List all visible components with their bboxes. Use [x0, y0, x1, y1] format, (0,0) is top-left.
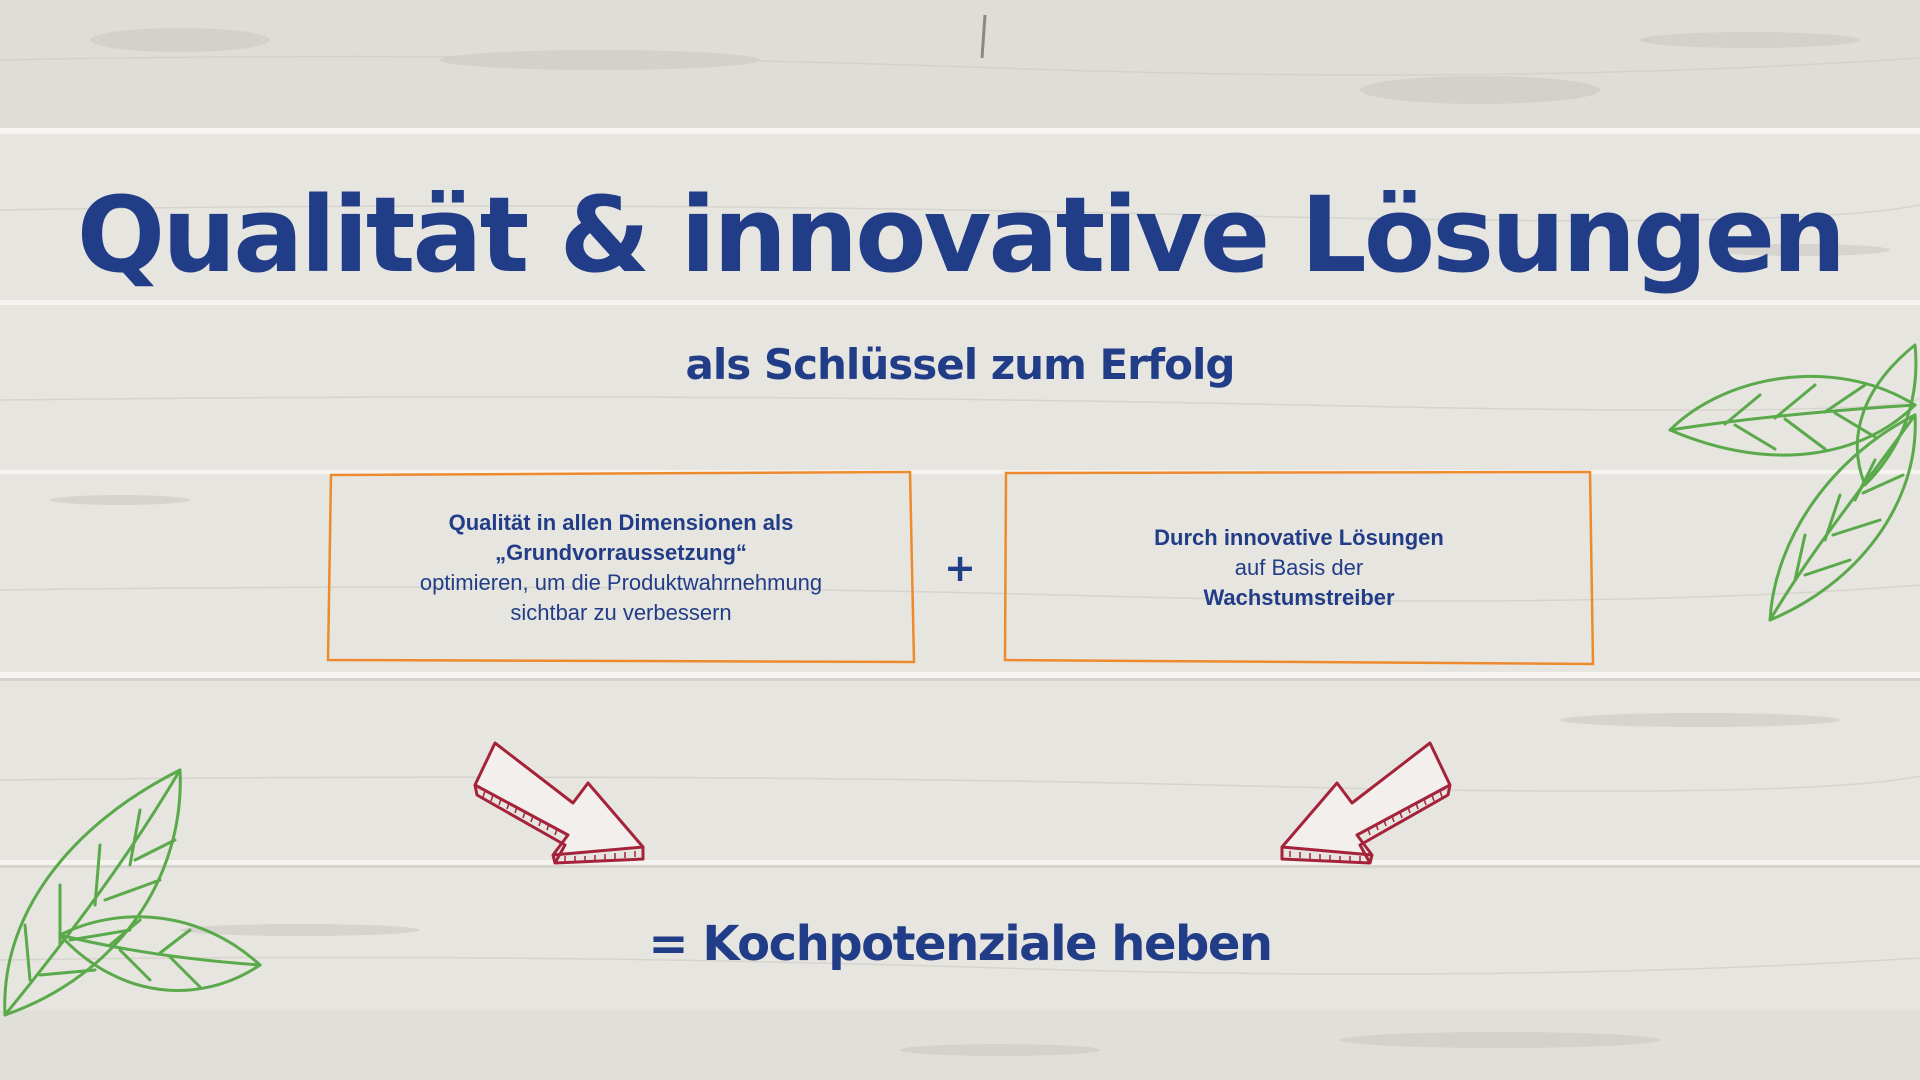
plus-sign: +: [944, 546, 976, 590]
quality-box-line3: optimieren, um die Produktwahrnehmung: [419, 570, 823, 595]
leaf-icon: [3, 768, 262, 1017]
quality-box-line4: sichtbar zu verbessern: [510, 600, 732, 625]
innovation-box-line3: Wachstumstreiber: [1203, 585, 1395, 610]
result-text: = Kochpotenziale heben: [648, 916, 1273, 972]
quality-box-line1: Qualität in allen Dimensionen als: [448, 510, 794, 535]
quality-box: Qualität in allen Dimensionen als „Grund…: [326, 470, 916, 666]
innovation-box-line2: auf Basis der: [1234, 555, 1364, 580]
innovation-box: Durch innovative Lösungen auf Basis der …: [1003, 470, 1595, 666]
innovation-box-line1: Durch innovative Lösungen: [1154, 525, 1444, 550]
slide: Qualität & innovative Lösungen als Schlü…: [0, 0, 1920, 1080]
quality-box-line2: „Grundvorraussetzung“: [495, 540, 747, 565]
arrow-down-left-icon: [1280, 741, 1452, 865]
leaf-icon: [1668, 343, 1918, 622]
arrow-down-right-icon: [473, 741, 645, 865]
page-title: Qualität & innovative Lösungen: [76, 174, 1846, 296]
page-subtitle: als Schlüssel zum Erfolg: [685, 340, 1236, 389]
